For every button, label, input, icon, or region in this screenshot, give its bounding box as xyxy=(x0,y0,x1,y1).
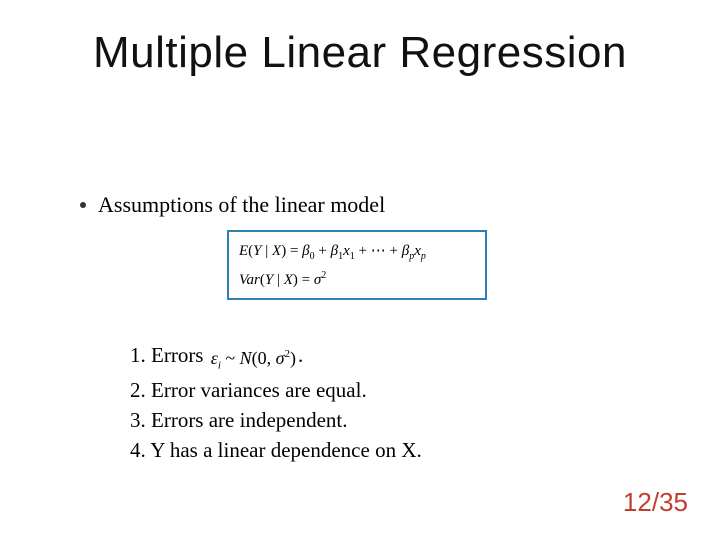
equation-expectation: E(Y | X) = β0 + β1x1 + ⋯ + βpxp xyxy=(239,241,475,264)
slide: Multiple Linear Regression Assumptions o… xyxy=(0,0,720,540)
assumption-1-prefix: 1. Errors xyxy=(130,343,209,367)
equation-box: E(Y | X) = β0 + β1x1 + ⋯ + βpxp Var(Y | … xyxy=(227,230,487,300)
bullet-text: Assumptions of the linear model xyxy=(98,192,385,218)
assumption-2: 2. Error variances are equal. xyxy=(130,375,422,405)
bullet-dot-icon xyxy=(80,202,86,208)
slide-title: Multiple Linear Regression xyxy=(0,28,720,78)
assumption-1-suffix: . xyxy=(298,343,303,367)
bullet-item: Assumptions of the linear model xyxy=(80,192,385,218)
assumption-1-expr: εi ~ N(0, σ2) xyxy=(209,345,298,375)
equation-variance: Var(Y | X) = σ2 xyxy=(239,269,475,291)
page-number: 12/35 xyxy=(623,487,688,518)
assumption-3: 3. Errors are independent. xyxy=(130,405,422,435)
assumption-list: 1. Errors εi ~ N(0, σ2). 2. Error varian… xyxy=(130,340,422,466)
assumption-1: 1. Errors εi ~ N(0, σ2). xyxy=(130,340,422,375)
assumption-4: 4. Y has a linear dependence on X. xyxy=(130,435,422,465)
